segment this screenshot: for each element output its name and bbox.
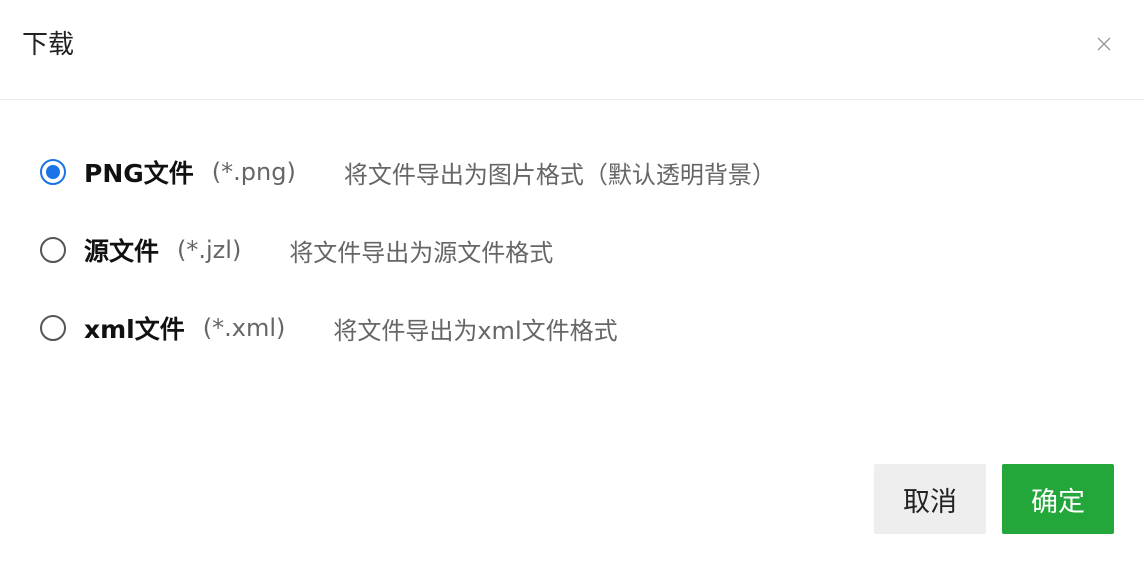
option-extension: (*.xml) <box>202 314 286 342</box>
close-icon[interactable] <box>1090 30 1118 58</box>
radio-png[interactable] <box>40 159 66 185</box>
option-xml[interactable]: xml文件 (*.xml) 将文件导出为xml文件格式 <box>40 310 618 346</box>
dialog-title: 下载 <box>22 30 75 60</box>
radio-xml[interactable] <box>40 315 66 341</box>
dialog-header: 下载 <box>0 0 1144 100</box>
option-description: 将文件导出为图片格式（默认透明背景） <box>343 160 776 189</box>
cancel-button[interactable]: 取消 <box>874 464 986 534</box>
option-png[interactable]: PNG文件 (*.png) 将文件导出为图片格式（默认透明背景） <box>40 154 776 190</box>
option-name: PNG文件 <box>84 159 194 188</box>
option-description: 将文件导出为源文件格式 <box>289 238 554 267</box>
option-description: 将文件导出为xml文件格式 <box>333 316 618 345</box>
option-name: 源文件 <box>84 237 160 266</box>
download-dialog: 下载 PNG文件 (*.png) 将文件导出为图片格式（默认透明背景） 源文件 … <box>0 0 1144 562</box>
radio-source[interactable] <box>40 237 66 263</box>
option-name: xml文件 <box>84 315 185 344</box>
confirm-button[interactable]: 确定 <box>1002 464 1114 534</box>
option-extension: (*.jzl) <box>177 236 242 264</box>
option-source[interactable]: 源文件 (*.jzl) 将文件导出为源文件格式 <box>40 232 553 268</box>
option-extension: (*.png) <box>211 158 296 186</box>
